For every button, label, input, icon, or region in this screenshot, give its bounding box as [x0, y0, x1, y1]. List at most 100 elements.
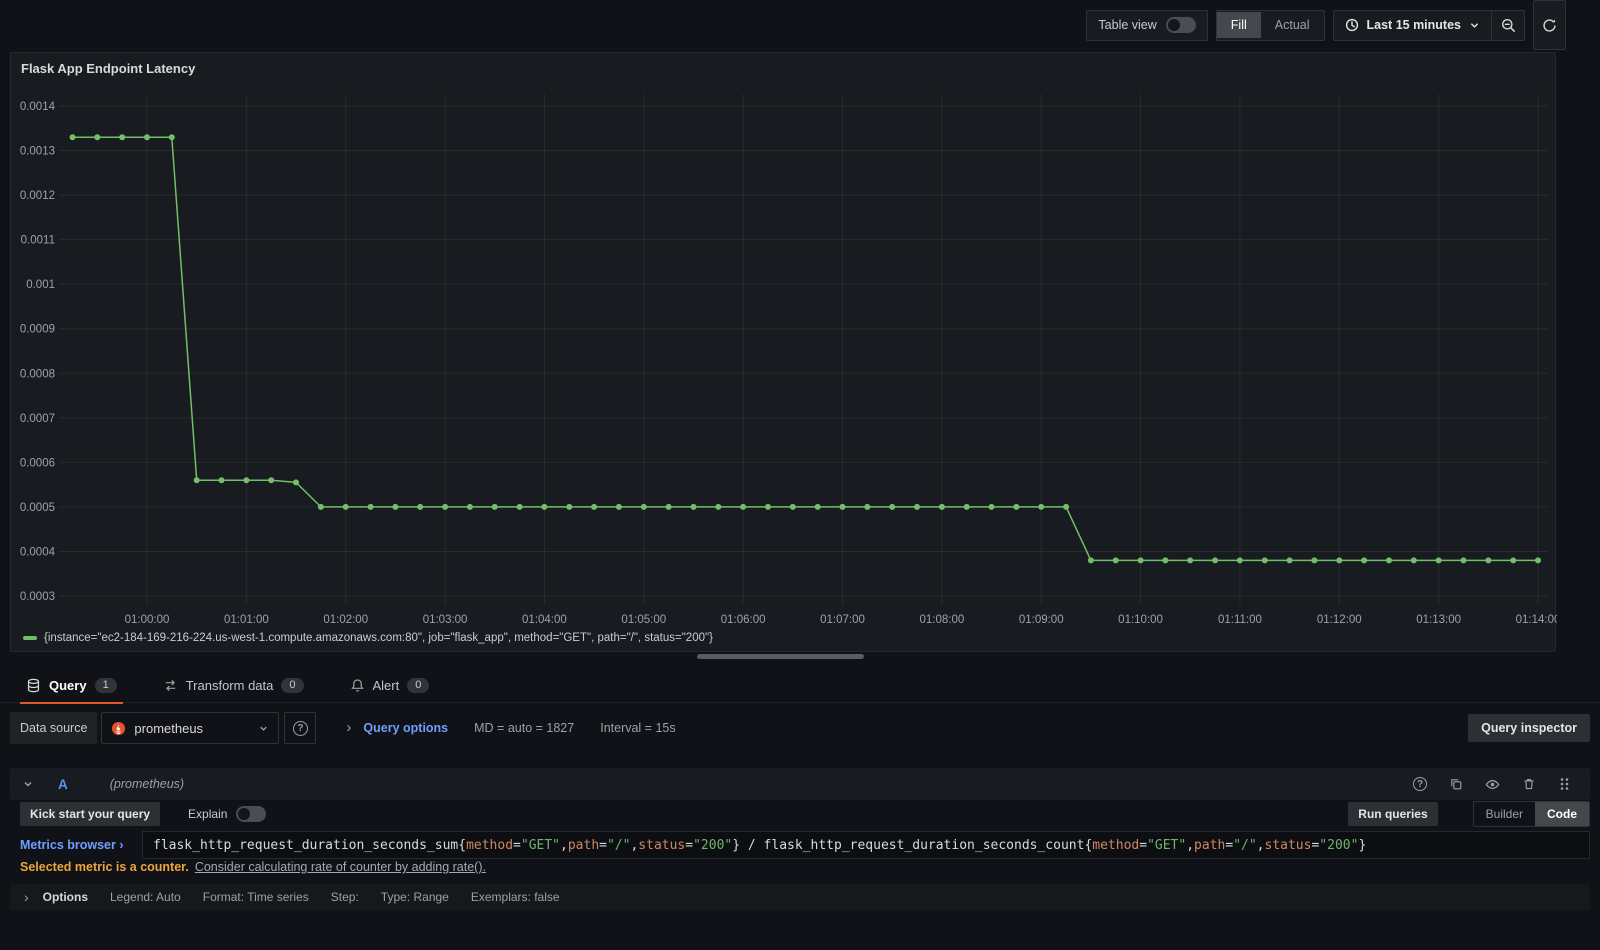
datasource-picker[interactable]: prometheus: [101, 712, 280, 744]
tab-query-label: Query: [49, 677, 87, 693]
fill-button[interactable]: Fill: [1216, 12, 1261, 38]
prometheus-icon: [112, 721, 126, 735]
tab-alert-badge: 0: [407, 677, 430, 693]
datasource-value: prometheus: [134, 720, 204, 736]
svg-text:01:05:00: 01:05:00: [621, 614, 666, 626]
expr-token: status: [1264, 837, 1312, 853]
warning-rate-link[interactable]: Consider calculating rate of counter by …: [195, 860, 486, 874]
query-row-header[interactable]: A (prometheus) ?: [10, 768, 1590, 800]
option-item: Legend: Auto: [110, 890, 181, 904]
expr-token: =: [1139, 837, 1148, 853]
expr-token: path: [567, 837, 600, 853]
svg-text:0.0014: 0.0014: [20, 101, 56, 113]
builder-code-switch: Builder Code: [1472, 800, 1590, 827]
metrics-browser-link[interactable]: Metrics browser ›: [10, 838, 142, 852]
expr-token: ,: [1186, 837, 1195, 853]
svg-text:01:09:00: 01:09:00: [1019, 614, 1064, 626]
query-options-label: Query options: [363, 721, 449, 735]
tab-query-badge: 1: [94, 677, 117, 693]
svg-text:0.001: 0.001: [26, 279, 55, 291]
expr-token: flask_http_request_duration_seconds_sum: [153, 837, 459, 853]
svg-text:01:14:00: 01:14:00: [1516, 614, 1557, 626]
explain-label: Explain: [188, 806, 228, 821]
expr-token: }: [1358, 837, 1367, 853]
promql-expression-input[interactable]: flask_http_request_duration_seconds_sum{…: [142, 831, 1590, 859]
zoom-out-icon: [1501, 18, 1515, 32]
warning-text: Selected metric is a counter.: [20, 860, 189, 874]
svg-text:01:06:00: 01:06:00: [721, 614, 766, 626]
svg-text:01:13:00: 01:13:00: [1416, 614, 1461, 626]
options-items: Legend: Auto Format: Time series Step: Type…: [110, 890, 582, 904]
options-title: Options: [42, 890, 88, 904]
svg-text:01:12:00: 01:12:00: [1317, 614, 1362, 626]
query-inspector-button[interactable]: Query inspector: [1468, 714, 1590, 742]
drag-handle-icon[interactable]: [1558, 777, 1570, 791]
zoom-out-button[interactable]: [1492, 11, 1524, 40]
option-item: Type: Range: [380, 890, 449, 904]
panel-title: Flask App Endpoint Latency: [21, 61, 196, 76]
expr-token: =: [599, 837, 607, 853]
svg-text:0.0003: 0.0003: [20, 591, 55, 603]
duplicate-icon[interactable]: [1449, 777, 1463, 791]
table-view-toggle[interactable]: [1165, 17, 1196, 33]
query-header-actions: ?: [1413, 777, 1570, 792]
svg-text:01:11:00: 01:11:00: [1218, 614, 1262, 626]
tab-transform-data[interactable]: Transform data 0: [163, 668, 304, 703]
expr-token: "GET": [1147, 837, 1187, 853]
svg-text:0.0006: 0.0006: [20, 457, 55, 469]
expr-token: ,: [1256, 837, 1265, 853]
datasource-label: Data source: [10, 712, 98, 744]
explain-toggle[interactable]: [236, 805, 267, 822]
expr-token: }: [732, 837, 741, 853]
query-ref-id: A: [58, 776, 68, 792]
datasource-help-button[interactable]: ?: [284, 712, 317, 744]
horizontal-scrollbar[interactable]: [697, 654, 864, 659]
builder-button[interactable]: Builder: [1474, 802, 1535, 826]
counter-warning: Selected metric is a counter. Consider c…: [20, 860, 486, 874]
code-button[interactable]: Code: [1535, 801, 1589, 826]
tab-transform-badge: 0: [281, 677, 304, 693]
svg-text:01:00:00: 01:00:00: [125, 614, 170, 626]
time-range-picker[interactable]: Last 15 minutes: [1334, 11, 1491, 40]
query-options-summary[interactable]: › Options Legend: Auto Format: Time serie…: [10, 884, 1590, 910]
svg-text:01:03:00: 01:03:00: [423, 614, 468, 626]
time-range-label: Last 15 minutes: [1366, 18, 1461, 32]
svg-text:0.0009: 0.0009: [20, 324, 55, 336]
option-item: Step:: [330, 890, 359, 904]
actual-button[interactable]: Actual: [1261, 12, 1324, 38]
panel-editor-toolbar: Table view Fill Actual Last 15 minutes: [0, 0, 1600, 50]
explain-control: Explain: [188, 805, 267, 822]
timeseries-panel: 01:00:00 01:01:00 01:02:00 01:03:00 01:04:00…: [10, 52, 1557, 653]
eye-icon[interactable]: [1485, 777, 1500, 792]
chevron-right-icon: ›: [119, 838, 124, 852]
expr-token: ,: [560, 837, 568, 853]
refresh-button[interactable]: [1533, 0, 1566, 50]
query-editor-row: Metrics browser › flask_http_request_dur…: [10, 831, 1590, 859]
tab-query[interactable]: Query 1: [20, 668, 123, 704]
expr-token: ,: [630, 837, 639, 853]
expr-token: =: [1225, 837, 1234, 853]
svg-text:0.0007: 0.0007: [20, 413, 55, 425]
max-data-points-text: MD = auto = 1827: [474, 721, 575, 735]
metrics-browser-label: Metrics browser: [20, 838, 116, 852]
kick-start-query-button[interactable]: Kick start your query: [20, 801, 161, 826]
expr-token: method: [1092, 837, 1140, 853]
expr-token: =: [1311, 837, 1320, 853]
query-datasource-hint: (prometheus): [109, 777, 185, 791]
clock-icon: [1345, 18, 1358, 32]
help-icon[interactable]: ?: [1413, 777, 1427, 791]
run-queries-button[interactable]: Run queries: [1348, 801, 1438, 826]
chevron-right-icon: ›: [346, 719, 352, 736]
collapse-chevron-icon[interactable]: [22, 778, 34, 790]
query-options-toggle[interactable]: › Query options MD = auto = 1827 Interva…: [346, 719, 675, 736]
option-item: Exemplars: false: [470, 890, 560, 904]
tab-alert[interactable]: Alert 0: [350, 668, 430, 703]
question-circle-icon: ?: [292, 720, 308, 736]
chevron-down-icon: [260, 726, 268, 731]
svg-text:01:02:00: 01:02:00: [323, 614, 368, 626]
series-legend[interactable]: {instance="ec2-184-169-216-224.us-west-1…: [23, 632, 713, 644]
transform-icon: [165, 679, 175, 691]
trash-icon[interactable]: [1522, 777, 1536, 791]
timeseries-chart[interactable]: 01:00:00 01:01:00 01:02:00 01:03:00 01:04:00…: [11, 53, 1557, 653]
chevron-down-icon: [1471, 22, 1478, 28]
